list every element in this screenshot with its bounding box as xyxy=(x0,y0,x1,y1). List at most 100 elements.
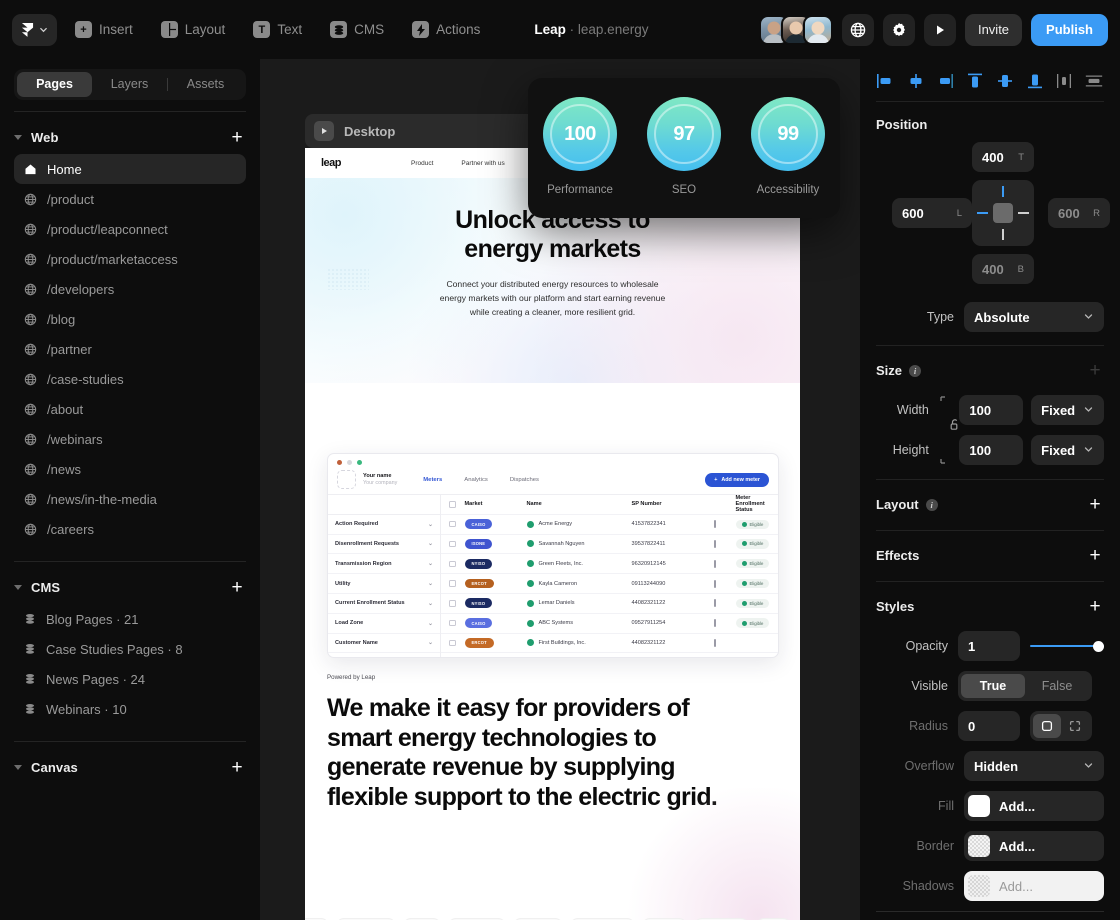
position-type-select[interactable]: Absolute xyxy=(964,302,1104,332)
table-row[interactable]: ERCOT First Buildings, Inc. 44082321122 xyxy=(441,634,778,654)
table-row[interactable]: NYISO Alishba Zavala 96320912145 Eligibl… xyxy=(441,653,778,658)
info-icon[interactable]: i xyxy=(926,499,938,511)
site-nav-link-partner[interactable]: Partner with us xyxy=(461,160,504,167)
align-top-icon[interactable] xyxy=(965,71,985,91)
add-new-meter-button[interactable]: + Add new meter xyxy=(705,473,769,487)
radius-input[interactable]: 0 xyxy=(958,711,1020,741)
toolbar-actions-button[interactable]: Actions xyxy=(402,14,490,46)
table-row[interactable]: ISONE Savannah Nguyen 39537822411 Eligib… xyxy=(441,535,778,555)
section-header-web[interactable]: Web + xyxy=(0,120,260,154)
border-add-button[interactable]: Add... xyxy=(964,831,1104,861)
toolbar-insert-button[interactable]: + Insert xyxy=(65,14,143,46)
app-menu-button[interactable] xyxy=(12,14,57,46)
add-canvas-button[interactable]: + xyxy=(228,758,246,777)
filter-row[interactable]: Action Required⌄ xyxy=(328,515,440,535)
fill-color-swatch[interactable] xyxy=(968,795,990,817)
app-mock-tab-dispatches[interactable]: Dispatches xyxy=(510,477,539,483)
settings-button[interactable] xyxy=(883,14,915,46)
filter-row[interactable]: Current Enrollment Status⌄ xyxy=(328,594,440,614)
styles-add-button[interactable]: + xyxy=(1086,597,1104,616)
sidebar-item-news-pages[interactable]: News Pages · 24 xyxy=(14,664,246,694)
position-bottom-input[interactable]: 400 B xyxy=(972,254,1034,284)
toolbar-text-button[interactable]: T Text xyxy=(243,14,312,46)
height-mode-select[interactable]: Fixed xyxy=(1031,435,1104,465)
border-color-swatch[interactable] xyxy=(968,835,990,857)
tab-layers[interactable]: Layers xyxy=(92,72,167,97)
sidebar-item-news-in-the-media[interactable]: /news/in-the-media xyxy=(14,484,246,514)
table-row[interactable]: CAISO ABC Systems 09527911254 Eligible xyxy=(441,614,778,634)
app-mock-tab-analytics[interactable]: Analytics xyxy=(464,477,488,483)
sidebar-item-about[interactable]: /about xyxy=(14,394,246,424)
sidebar-item-blog[interactable]: /blog xyxy=(14,304,246,334)
toolbar-layout-button[interactable]: Layout xyxy=(151,14,236,46)
toolbar-cms-button[interactable]: CMS xyxy=(320,14,394,46)
publish-button[interactable]: Publish xyxy=(1031,14,1108,46)
sidebar-item-product[interactable]: /product xyxy=(14,184,246,214)
filter-row[interactable]: Load Zone⌄ xyxy=(328,614,440,634)
sidebar-item-webinars[interactable]: /webinars xyxy=(14,424,246,454)
width-input[interactable]: 100 xyxy=(959,395,1023,425)
pin-top-indicator[interactable] xyxy=(1002,186,1004,197)
info-icon[interactable]: i xyxy=(909,365,921,377)
tab-assets[interactable]: Assets xyxy=(168,72,243,97)
sidebar-item-webinars-collection[interactable]: Webinars · 10 xyxy=(14,694,246,724)
sidebar-item-partner[interactable]: /partner xyxy=(14,334,246,364)
align-center-vertical-icon[interactable] xyxy=(995,71,1015,91)
position-right-input[interactable]: 600 R xyxy=(1048,198,1110,228)
table-row[interactable]: ERCOT Kayla Cameron 09113244090 Eligible xyxy=(441,574,778,594)
sidebar-item-product-leapconnect[interactable]: /product/leapconnect xyxy=(14,214,246,244)
pin-left-indicator[interactable] xyxy=(977,212,988,214)
fill-add-button[interactable]: Add... xyxy=(964,791,1104,821)
visible-false-option[interactable]: False xyxy=(1025,674,1089,698)
position-top-input[interactable]: 400 T xyxy=(972,142,1034,172)
website-preview[interactable]: leap Product Partner with us Unlock acce… xyxy=(305,148,800,920)
size-add-button[interactable]: + xyxy=(1086,361,1104,380)
position-pin-control[interactable] xyxy=(972,180,1034,246)
pin-bottom-indicator[interactable] xyxy=(1002,229,1004,240)
position-left-input[interactable]: 600 L xyxy=(892,198,972,228)
distribute-vertical-icon[interactable] xyxy=(1084,71,1104,91)
canvas-viewport[interactable]: Desktop leap Product Partner with us Unl… xyxy=(260,59,860,920)
rounded-square-icon[interactable] xyxy=(1033,714,1061,738)
shadow-swatch[interactable] xyxy=(968,875,990,897)
add-collection-button[interactable]: + xyxy=(228,578,246,597)
table-row[interactable]: NYISO Green Fleets, Inc. 96320912145 Eli… xyxy=(441,554,778,574)
table-row[interactable]: NYISO Lemar Daniels 44082321122 Eligible xyxy=(441,594,778,614)
height-input[interactable]: 100 xyxy=(959,435,1023,465)
sidebar-item-news[interactable]: /news xyxy=(14,454,246,484)
filter-row[interactable]: Utility⌄ xyxy=(328,574,440,594)
sidebar-item-developers[interactable]: /developers xyxy=(14,274,246,304)
align-left-icon[interactable] xyxy=(876,71,896,91)
sidebar-item-blog-pages[interactable]: Blog Pages · 21 xyxy=(14,604,246,634)
section-header-cms[interactable]: CMS + xyxy=(0,570,260,604)
pin-right-indicator[interactable] xyxy=(1018,212,1029,214)
sidebar-item-case-studies[interactable]: /case-studies xyxy=(14,364,246,394)
slider-knob[interactable] xyxy=(1093,641,1104,652)
align-bottom-icon[interactable] xyxy=(1025,71,1045,91)
visible-true-option[interactable]: True xyxy=(961,674,1025,698)
distribute-horizontal-icon[interactable] xyxy=(1054,71,1074,91)
sidebar-item-case-studies-pages[interactable]: Case Studies Pages · 8 xyxy=(14,634,246,664)
align-center-horizontal-icon[interactable] xyxy=(906,71,926,91)
corners-icon[interactable] xyxy=(1061,714,1089,738)
overflow-select[interactable]: Hidden xyxy=(964,751,1104,781)
app-mock-tab-meters[interactable]: Meters xyxy=(423,477,442,483)
width-mode-select[interactable]: Fixed xyxy=(1031,395,1104,425)
filter-row[interactable]: Transmission Region⌄ xyxy=(328,554,440,574)
opacity-input[interactable]: 1 xyxy=(958,631,1020,661)
padlock-icon[interactable] xyxy=(949,418,961,437)
sidebar-item-home[interactable]: Home xyxy=(14,154,246,184)
add-page-button[interactable]: + xyxy=(228,128,246,147)
avatar[interactable] xyxy=(803,15,833,45)
filter-row[interactable]: Customer Name⌄ xyxy=(328,634,440,654)
table-row[interactable]: CAISO Acme Energy 41537822341 Eligible xyxy=(441,515,778,535)
opacity-slider[interactable] xyxy=(1030,631,1104,661)
sidebar-item-careers[interactable]: /careers xyxy=(14,514,246,544)
effects-add-button[interactable]: + xyxy=(1086,546,1104,565)
align-right-icon[interactable] xyxy=(935,71,955,91)
unlocked-link-icon-bottom[interactable] xyxy=(937,433,952,467)
filter-row[interactable]: Disenrollment Requests⌄ xyxy=(328,535,440,555)
site-nav-link-product[interactable]: Product xyxy=(411,160,433,167)
tab-pages[interactable]: Pages xyxy=(17,72,92,97)
invite-button[interactable]: Invite xyxy=(965,14,1022,46)
